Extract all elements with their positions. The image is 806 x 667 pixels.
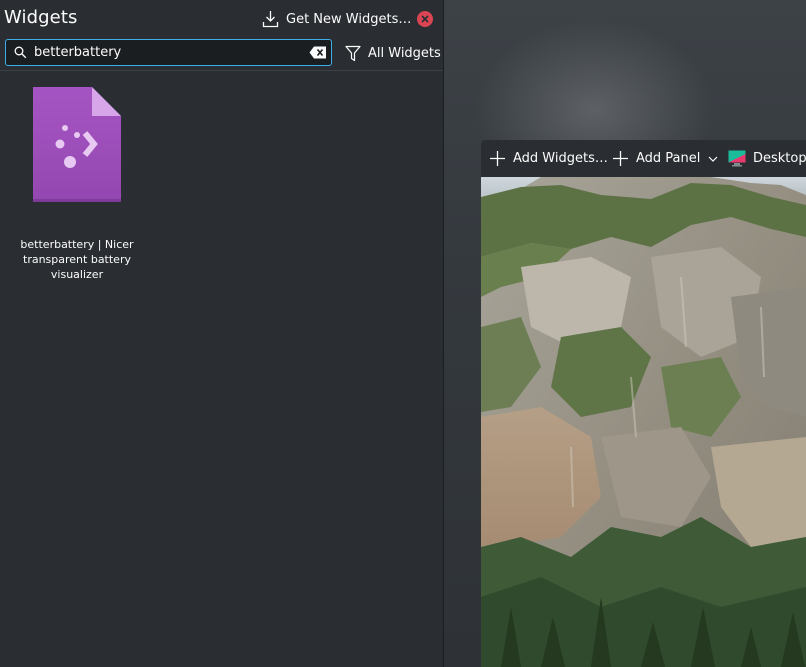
widget-item-betterbattery[interactable]: betterbattery | Nicer transparent batter…: [16, 80, 138, 290]
widgets-panel: Widgets Get New Widgets… betterbattery A…: [0, 0, 443, 667]
add-panel-label: Add Panel: [636, 151, 701, 166]
get-new-widgets-label: Get New Widgets…: [286, 11, 412, 27]
close-button[interactable]: [417, 11, 433, 27]
filter-icon: [345, 45, 361, 61]
mountain-wallpaper-image: [481, 177, 806, 667]
plus-icon: [613, 151, 628, 166]
close-icon: [421, 15, 429, 23]
add-widgets-button[interactable]: Add Widgets…: [489, 140, 608, 177]
screen: Widgets Get New Widgets… betterbattery A…: [0, 0, 806, 667]
search-field[interactable]: [5, 39, 332, 66]
search-icon: [14, 46, 27, 59]
panel-separator: [0, 70, 443, 71]
get-new-widgets-button[interactable]: Get New Widgets…: [262, 8, 411, 30]
add-panel-button[interactable]: Add Panel: [612, 140, 718, 177]
wallpaper-preview: [481, 177, 806, 667]
desktop-edit-toolbar: Add Widgets… Add Panel Desktop: [481, 140, 806, 177]
desktop-icon: [728, 150, 746, 167]
search-input[interactable]: [34, 40, 304, 65]
plus-icon: [490, 151, 505, 166]
panel-title: Widgets: [4, 7, 78, 28]
desktop-settings-label: Desktop: [753, 151, 806, 166]
clear-search-icon[interactable]: [309, 46, 327, 59]
add-widgets-label: Add Widgets…: [513, 151, 608, 166]
widget-item-label: betterbattery | Nicer transparent batter…: [20, 238, 134, 281]
filter-label: All Widgets: [368, 45, 441, 61]
desktop-settings-button[interactable]: Desktop: [728, 140, 806, 177]
filter-button[interactable]: All Widgets: [345, 42, 441, 64]
plasmoid-file-icon: [33, 87, 121, 202]
chevron-down-icon: [708, 156, 718, 162]
download-icon: [262, 11, 279, 28]
